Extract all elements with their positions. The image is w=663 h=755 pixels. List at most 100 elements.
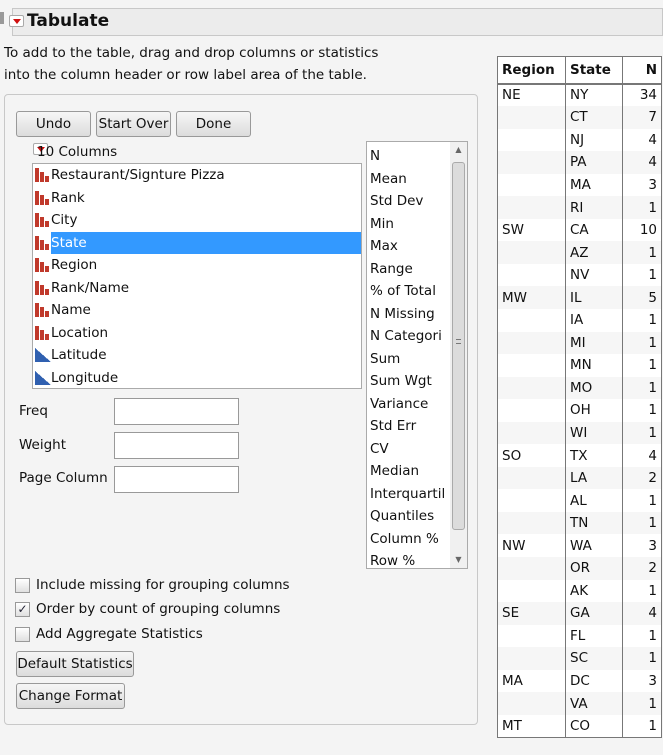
disclosure-red-triangle-icon[interactable] [9,15,24,27]
cell-region [497,196,566,219]
column-item[interactable]: Rank [33,187,361,210]
cell-region: NE [497,83,566,107]
column-item[interactable]: Location [33,322,361,345]
cell-state: GA [565,602,623,625]
scrollbar-thumb[interactable] [452,162,465,530]
weight-label: Weight [19,437,67,453]
cell-n: 1 [622,399,662,422]
table-row: SO TX 4 [497,444,662,467]
columns-list[interactable]: Restaurant/Signture Pizza Rank City State Re… [32,163,362,389]
continuous-icon [35,348,51,363]
cell-region [497,421,566,445]
option-label: Include missing for grouping columns [36,577,290,593]
cell-n: 4 [622,444,662,467]
cell-region [497,489,566,512]
page-column-drop-zone[interactable] [114,466,239,493]
cell-n: 1 [622,421,662,445]
default-statistics-button[interactable]: Default Statistics [16,651,134,677]
column-item[interactable]: Restaurant/Signture Pizza [33,164,361,187]
table-row: MT CO 1 [497,714,662,738]
cell-region [497,331,566,355]
start-over-button[interactable]: Start Over [96,111,171,137]
cell-region [497,106,566,129]
statistics-list[interactable]: N Mean Std Dev Min Max Range% of Total N Missi… [366,141,468,569]
page-title: Tabulate [27,11,110,31]
undo-button[interactable]: Undo [16,111,91,137]
header-state[interactable]: State [565,56,623,85]
freq-drop-zone[interactable] [114,398,239,425]
cell-state: NV [565,263,623,287]
table-row: SC 1 [497,647,662,670]
statistics-scrollbar[interactable]: ▲ ▼ [450,142,467,568]
cell-state: OR [565,556,623,580]
cell-state: NJ [565,128,623,152]
cell-n: 1 [622,511,662,535]
checkbox-checked-icon[interactable]: ✓ [15,601,30,617]
cell-state: MO [565,376,623,400]
scroll-up-icon[interactable]: ▲ [450,142,467,158]
table-row: OR 2 [497,556,662,580]
cell-state: AL [565,489,623,512]
cell-region [497,241,566,264]
weight-drop-zone[interactable] [114,432,239,459]
column-item[interactable]: State [33,231,361,254]
column-item[interactable]: Name [33,299,361,322]
cell-state: MI [565,331,623,355]
columns-header: 10 Columns [37,144,118,160]
cell-state: CA [565,218,623,242]
cell-n: 1 [622,263,662,287]
cell-n: 4 [622,128,662,152]
table-row: NE NY 34 [497,83,662,107]
add-aggregate-checkbox[interactable]: Add Aggregate Statistics [15,626,203,642]
cell-region [497,399,566,422]
cell-n: 1 [622,692,662,715]
order-by-count-checkbox[interactable]: ✓ Order by count of grouping columns [15,601,280,617]
cell-n: 2 [622,556,662,580]
table-row: LA 2 [497,466,662,490]
column-item[interactable]: Region [33,254,361,277]
cell-n: 3 [622,669,662,693]
column-item[interactable]: City [33,209,361,232]
cell-n: 1 [622,714,662,738]
cell-state: LA [565,466,623,490]
checkbox-icon[interactable] [15,577,30,593]
cell-state: TX [565,444,623,467]
cell-n: 1 [622,308,662,332]
cell-region [497,556,566,580]
cell-region [497,579,566,603]
table-row: PA 4 [497,151,662,174]
cell-region [497,128,566,152]
cell-state: TN [565,511,623,535]
column-item[interactable]: Latitude [33,344,361,367]
header-region[interactable]: Region [497,56,566,85]
cell-region [497,308,566,332]
cell-region: NW [497,534,566,557]
cell-region: MA [497,669,566,693]
continuous-icon [35,370,51,385]
table-row: TN 1 [497,511,662,535]
instructions: To add to the table, drag and drop colum… [4,42,378,86]
table-row: RI 1 [497,196,662,219]
column-item[interactable]: Rank/Name [33,277,361,300]
cell-region [497,466,566,490]
include-missing-checkbox[interactable]: Include missing for grouping columns [15,577,290,593]
cell-region [497,511,566,535]
table-row: MI 1 [497,331,662,355]
cell-n: 1 [622,489,662,512]
column-name: State [51,231,361,254]
cell-state: CO [565,714,623,738]
scroll-down-icon[interactable]: ▼ [450,552,467,568]
checkbox-icon[interactable] [15,626,30,642]
header-n[interactable]: N [622,56,662,85]
change-format-button[interactable]: Change Format [16,683,125,709]
cell-region: MT [497,714,566,738]
done-button[interactable]: Done [176,111,251,137]
nominal-icon [35,280,51,295]
cell-region: SO [497,444,566,467]
instructions-line: To add to the table, drag and drop colum… [4,45,379,61]
cell-n: 5 [622,286,662,309]
cell-n: 4 [622,602,662,625]
table-row: CT 7 [497,106,662,129]
table-row: AK 1 [497,579,662,603]
column-item[interactable]: Longitude [33,367,361,389]
